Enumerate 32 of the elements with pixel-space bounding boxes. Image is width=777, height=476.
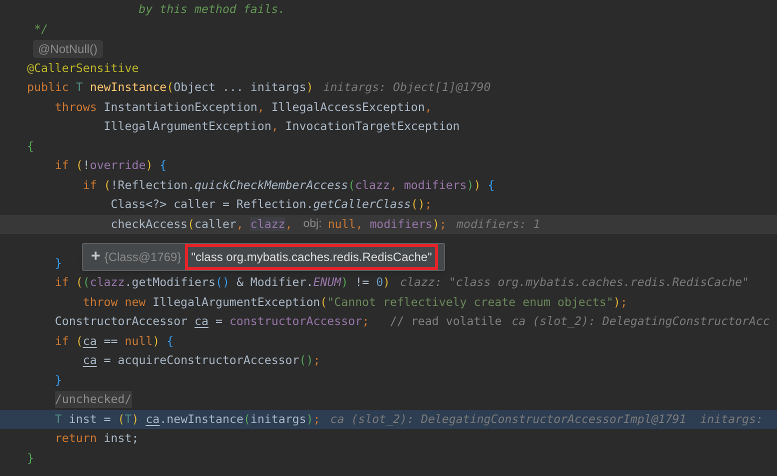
- code-text: if (ca == null) {: [54, 332, 174, 350]
- inlay-hint: modifiers: 1: [456, 216, 540, 233]
- code-text: Class<?> caller = Reflection.getCallerClass();: [110, 196, 432, 214]
- code-text: if ((clazz.getModifiers() & Modifier.ENUM) != 0): [54, 274, 390, 292]
- code-text: @CallerSensitive: [27, 60, 139, 77]
- code-text: throw new IllegalArgumentException("Cannot reflectively create enum objects");: [82, 294, 628, 311]
- code-text: by this method fails.: [138, 1, 286, 18]
- code-text: return inst;: [54, 430, 139, 448]
- inlay-hint: clazz: "class org.mybatis.caches.redis.RedisCache": [400, 274, 750, 292]
- code-text: }: [27, 450, 34, 467]
- inlay-hint: ca (slot_2): DelegatingConstructorAcc: [512, 313, 770, 330]
- annotation-hint: @NotNull(): [33, 40, 103, 58]
- code-text: public T newInstance(Object ... initargs): [27, 79, 314, 96]
- code-text: if (!override) {: [54, 157, 167, 174]
- code-text: ConstructorAccessor ca = constructorAccessor; // read volatile: [54, 313, 502, 330]
- code-text: ca = acquireConstructorAccessor();: [82, 352, 320, 370]
- code-text: IllegalArgumentException, InvocationTargetException: [102, 118, 460, 136]
- object-id: {Class@1769}: [104, 249, 182, 266]
- code-text: }: [54, 372, 62, 389]
- expand-button[interactable]: +: [91, 249, 100, 265]
- code-text: checkAccess(caller, clazz,: [110, 216, 294, 233]
- code-text: */: [32, 20, 48, 38]
- inlay-hint: ca (slot_2): DelegatingConstructorAccessorImpl@1791 initargs:: [330, 410, 763, 428]
- code-text: {: [27, 138, 34, 155]
- object-value: "class org.mybatis.caches.redis.RedisCache": [185, 244, 438, 270]
- code-text: if (!Reflection.quickCheckMemberAccess(clazz, modifiers)) {: [82, 176, 495, 194]
- folded-comment[interactable]: /unchecked/: [54, 391, 132, 408]
- code-text: null, modifiers);: [328, 216, 446, 233]
- code-text: throws InstantiationException, IllegalAccessException,: [54, 98, 432, 116]
- inlay-hint: initargs: Object[1]@1790: [323, 79, 491, 96]
- code-text: T inst = (T) ca.newInstance(initargs);: [54, 410, 320, 428]
- code-text: }: [54, 254, 62, 272]
